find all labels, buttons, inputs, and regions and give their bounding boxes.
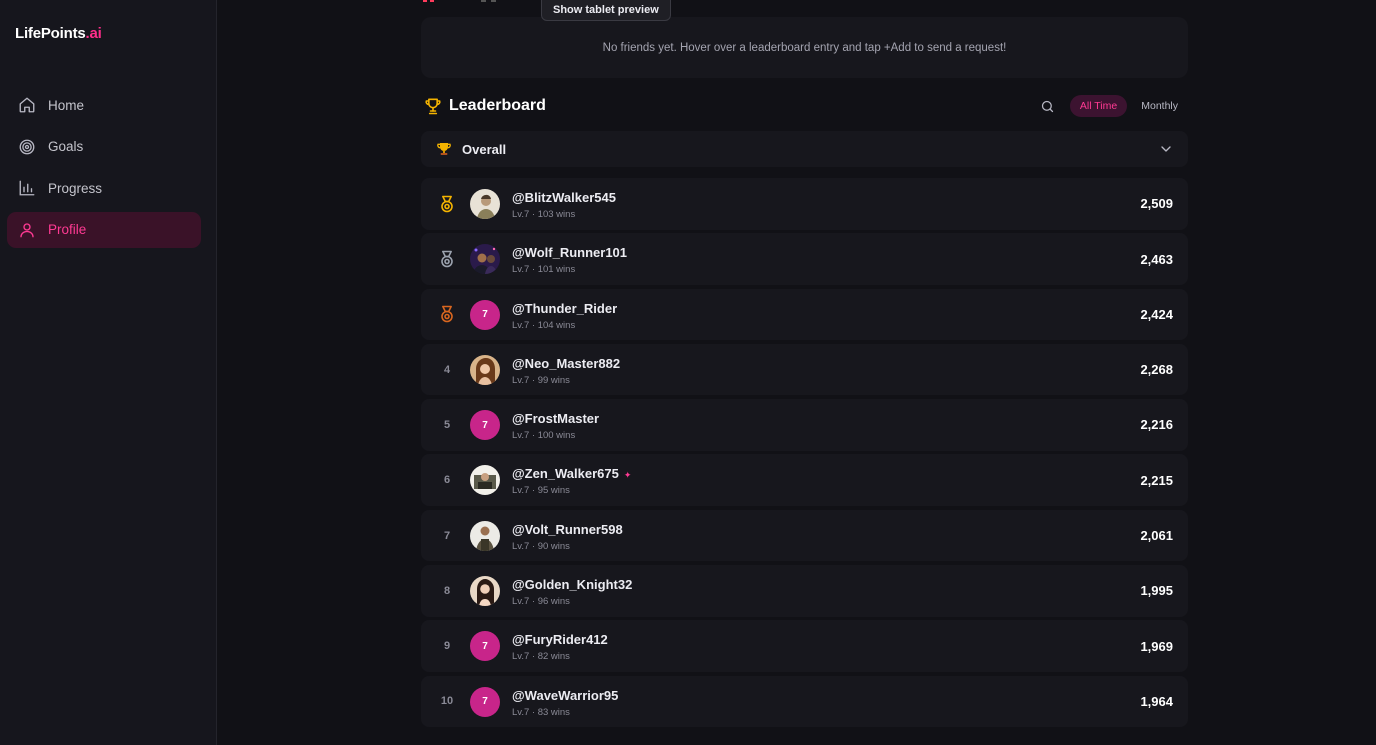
user-stats: Lv.7 · 83 wins (512, 706, 570, 718)
sidebar-item-goals[interactable]: Goals (7, 129, 201, 165)
user-stats: Lv.7 · 95 wins (512, 485, 570, 497)
score: 2,424 (1140, 306, 1173, 322)
bronze-medal-icon (435, 289, 459, 341)
username-text: @Zen_Walker675 (512, 466, 619, 482)
leaderboard-row[interactable]: @BlitzWalker545 Lv.7 · 103 wins 2,509 (421, 178, 1188, 230)
user-stats: Lv.7 · 101 wins (512, 264, 576, 276)
trophy-icon (423, 96, 443, 116)
leaderboard-controls: All Time Monthly (1038, 94, 1188, 118)
score: 2,268 (1140, 362, 1173, 378)
sidebar-item-label: Home (48, 97, 85, 113)
score: 2,061 (1140, 528, 1173, 544)
username: @Volt_Runner598 (512, 521, 623, 537)
rank-number: 9 (443, 640, 451, 653)
level-avatar: 7 (470, 686, 500, 717)
sidebar-item-progress[interactable]: Progress (7, 170, 201, 206)
score: 2,216 (1140, 417, 1173, 433)
user-stats: Lv.7 · 99 wins (512, 374, 570, 386)
category-dropdown[interactable]: Overall (421, 131, 1188, 167)
sidebar-item-home[interactable]: Home (7, 87, 201, 123)
user-stats: Lv.7 · 104 wins (512, 319, 576, 331)
tab-monthly[interactable]: Monthly (1131, 95, 1188, 117)
leaderboard-row[interactable]: @Wolf_Runner101 Lv.7 · 101 wins 2,463 (421, 233, 1188, 285)
score: 2,509 (1140, 196, 1173, 212)
sparkle-icon: ✦ (623, 470, 632, 481)
username: @FuryRider412 (512, 632, 608, 648)
score: 1,964 (1140, 693, 1173, 709)
username: @BlitzWalker545 (512, 190, 616, 205)
rank-number: 10 (440, 695, 454, 708)
rank-number: 5 (443, 418, 451, 431)
sidebar-item-label: Profile (48, 222, 87, 237)
user-icon (18, 221, 36, 239)
scrolled-section-fragment (421, 0, 511, 2)
leaderboard-row[interactable]: 7 @Volt_Runner598 Lv.7 · 90 wins 2,061 (421, 509, 1188, 562)
level-avatar: 7 (470, 631, 500, 662)
target-icon (18, 138, 36, 156)
sidebar-item-label: Goals (48, 139, 84, 154)
search-icon[interactable] (1038, 96, 1058, 116)
leaderboard-title: Leaderboard (449, 97, 546, 114)
leaderboard-row[interactable]: 7 @Thunder_Rider Lv.7 · 104 wins 2,424 (421, 288, 1188, 341)
trophy-icon (436, 141, 452, 157)
leaderboard-row[interactable]: 9 7 @FuryRider412 Lv.7 · 82 wins 1,969 (421, 620, 1188, 672)
score: 1,995 (1140, 583, 1173, 599)
username: @Zen_Walker675 ✦ (512, 466, 631, 481)
bar-chart-icon (18, 179, 36, 197)
username: @FrostMaster (512, 411, 600, 427)
username: @Neo_Master882 (512, 355, 621, 371)
leaderboard-row[interactable]: 8 @Golden_Knight32 Lv.7 · 96 wins 1,995 (421, 565, 1188, 617)
level-avatar: 7 (470, 299, 500, 330)
username: @WaveWarrior95 (512, 687, 619, 703)
avatar (470, 189, 500, 219)
sidebar-item-label: Progress (48, 180, 103, 196)
score: 2,215 (1140, 472, 1173, 488)
gold-medal-icon (435, 178, 459, 230)
sidebar: LifePoints.ai Home Goals Progress Profil… (0, 0, 217, 745)
chevron-down-icon (1158, 141, 1174, 157)
username: @Wolf_Runner101 (512, 245, 628, 261)
avatar (470, 354, 500, 385)
tablet-preview-tooltip: Show tablet preview (541, 0, 671, 21)
rank-number: 7 (443, 529, 451, 542)
friends-empty-message: No friends yet. Hover over a leaderboard… (602, 41, 1007, 54)
level-avatar: 7 (470, 410, 500, 441)
username: @Thunder_Rider (512, 300, 618, 316)
user-stats: Lv.7 · 82 wins (512, 651, 570, 663)
leaderboard-header: Leaderboard All Time Monthly (421, 94, 1188, 118)
logo-main-text: LifePoints (15, 25, 86, 42)
score: 2,463 (1140, 251, 1173, 267)
sidebar-nav: Home Goals Progress Profile (7, 87, 201, 253)
tab-all-time[interactable]: All Time (1069, 95, 1128, 117)
avatar (470, 520, 500, 551)
app-logo[interactable]: LifePoints.ai (15, 25, 102, 42)
leaderboard-row[interactable]: 4 @Neo_Master882 Lv.7 · 99 wins 2,268 (421, 343, 1188, 396)
avatar (470, 576, 500, 607)
rank-number: 8 (443, 584, 451, 597)
leaderboard-row[interactable]: 5 7 @FrostMaster Lv.7 · 100 wins 2,216 (421, 399, 1188, 451)
home-icon (18, 96, 36, 114)
rank-number: 4 (443, 363, 451, 376)
user-stats: Lv.7 · 96 wins (512, 596, 570, 608)
sidebar-item-profile[interactable]: Profile (7, 211, 201, 248)
user-stats: Lv.7 · 103 wins (512, 209, 576, 220)
leaderboard-row[interactable]: 6 @Zen_Walker675 ✦ Lv.7 · 95 wins 2,215 (421, 454, 1188, 506)
user-stats: Lv.7 · 90 wins (512, 540, 570, 552)
username: @Golden_Knight32 (512, 577, 633, 593)
silver-medal-icon (435, 233, 459, 285)
avatar (470, 465, 500, 496)
score: 1,969 (1140, 638, 1173, 654)
leaderboard-row[interactable]: 10 7 @WaveWarrior95 Lv.7 · 83 wins 1,964 (421, 675, 1188, 728)
friends-empty-state: No friends yet. Hover over a leaderboard… (421, 17, 1188, 78)
leaderboard-list: @BlitzWalker545 Lv.7 · 103 wins 2,509 @W… (421, 178, 1188, 731)
rank-number: 6 (443, 474, 451, 487)
avatar (470, 244, 500, 275)
logo-accent-text: .ai (85, 25, 102, 42)
user-stats: Lv.7 · 100 wins (512, 430, 576, 442)
category-label: Overall (462, 141, 507, 157)
